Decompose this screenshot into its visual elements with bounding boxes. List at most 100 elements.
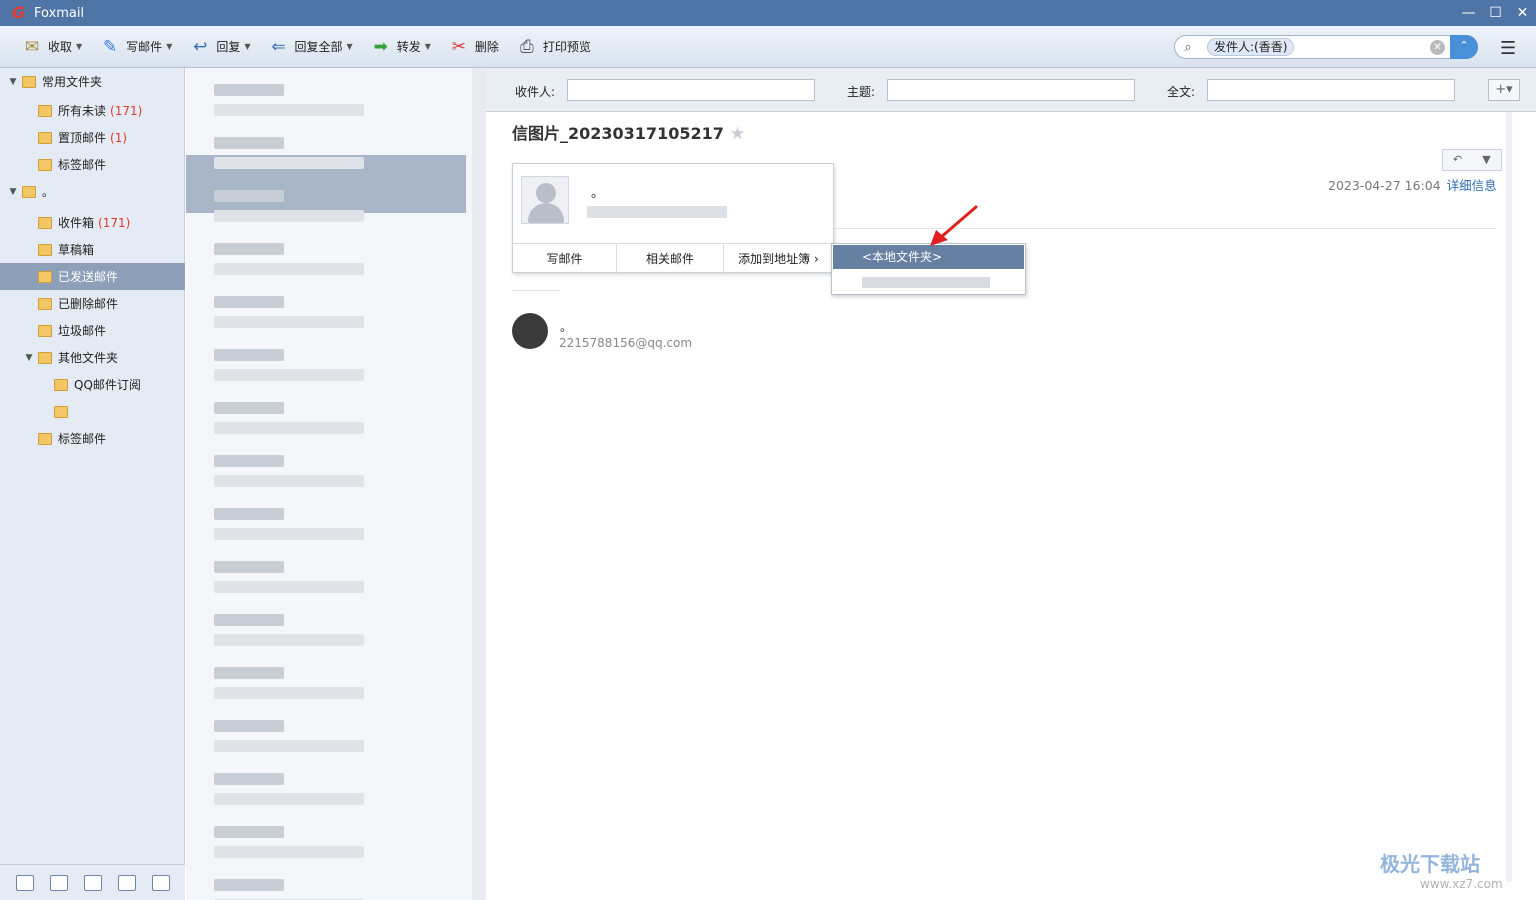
clear-search-icon[interactable]: ✕ [1430,40,1445,55]
sender-email[interactable]: 2215788156@qq.com [559,336,692,350]
chevron-right-icon: › [814,252,819,266]
close-button[interactable]: ✕ [1509,0,1536,26]
contact-actions: 写邮件 相关邮件 添加到地址簿 › [513,243,833,274]
folder-icon [54,378,68,391]
detail-info-link[interactable]: 详细信息 [1447,178,1497,193]
sidebar-item[interactable]: ▼ 常用文件夹 [0,68,185,95]
maximize-button[interactable]: ☐ [1482,0,1509,26]
reply-all-button[interactable]: ⇐ 回复全部 ▼ [263,32,359,62]
add-filter-button[interactable]: +▾ [1488,79,1520,101]
message-list-scrollbar[interactable] [472,68,486,900]
forward-label: 转发 [396,40,421,54]
related-mail-button[interactable]: 相关邮件 [617,244,724,274]
sidebar-item-label: 已发送邮件 [58,270,119,284]
expand-triangle-icon[interactable]: ▼ [8,187,18,197]
reply-icon: ↩ [193,36,208,57]
main-menu-icon[interactable]: ☰ [1500,38,1516,59]
mail-view-icon[interactable] [16,874,34,891]
fulltext-filter-label: 全文: [1167,85,1196,99]
folder-icon [38,297,52,310]
delete-button[interactable]: ✂ 删除 [443,32,505,62]
submenu-item-local-folder[interactable]: <本地文件夹> [833,245,1024,269]
blurred-message-text [214,296,284,308]
foxmail-logo-icon: G [12,3,26,22]
blurred-message-text [214,243,284,255]
contact-name: 。 [591,186,605,201]
sidebar-item[interactable]: 已删除邮件 [0,290,185,317]
chevron-down-icon[interactable]: ▼ [347,42,353,51]
subject-filter-label: 主题: [847,85,876,99]
sidebar-item[interactable]: 置顶邮件 (1) [0,124,185,151]
sidebar-item-label: 草稿箱 [58,243,95,257]
blurred-message-text [214,369,364,381]
sidebar-bottom-bar [0,864,185,900]
star-icon[interactable]: ★ [730,124,745,144]
sidebar-item[interactable]: 已发送邮件 [0,263,185,290]
expand-triangle-icon[interactable]: ▼ [8,77,18,87]
notes-icon[interactable] [118,874,136,891]
minimize-button[interactable]: — [1455,0,1482,26]
message-list[interactable] [186,68,486,900]
blurred-message-text [214,475,364,487]
delete-icon: ✂ [451,36,466,57]
reading-pane-scrollbar[interactable] [1506,112,1512,882]
reply-button[interactable]: ↩ 回复 ▼ [184,32,256,62]
blurred-message-text [214,846,364,858]
fulltext-filter-input[interactable] [1207,79,1455,101]
search-filter-chip[interactable]: 发件人:(香香) [1207,38,1295,56]
blurred-message-text [214,879,284,891]
recipient-filter-input[interactable] [567,79,815,101]
feather-pen-icon: ✎ [103,36,118,57]
more-dropdown-icon[interactable]: ▼ [1472,150,1501,170]
blurred-message-text [214,316,364,328]
chevron-down-icon[interactable]: ▼ [166,42,172,51]
sender-avatar[interactable] [512,313,548,349]
compose-to-contact-button[interactable]: 写邮件 [513,244,617,274]
sidebar-item[interactable] [0,398,185,425]
chevron-down-icon[interactable]: ▼ [425,42,431,51]
blurred-message-text [214,263,364,275]
collapse-search-icon[interactable]: ⌃ [1450,35,1478,59]
feed-icon[interactable] [152,874,170,891]
print-preview-button[interactable]: ⎙ 打印预览 [511,32,597,62]
calendar-icon[interactable] [84,874,102,891]
add-to-address-book-button[interactable]: 添加到地址簿 › [724,244,833,274]
subject-filter-input[interactable] [887,79,1135,101]
title-bar: G Foxmail — ☐ ✕ [0,0,1536,26]
sidebar-item[interactable]: 草稿箱 [0,236,185,263]
mail-date-text: 2023-04-27 16:04 [1328,178,1441,193]
sidebar-item-label: 标签邮件 [58,158,107,172]
blurred-message-text [214,793,364,805]
blurred-message-text [214,740,364,752]
sidebar-item-label: 置顶邮件 [58,131,107,145]
search-box[interactable]: ⌕ 发件人:(香香) ✕ ⌃ [1174,35,1478,59]
inbox-icon: ✉ [24,36,40,57]
quick-reply-icon[interactable]: ↶ [1443,150,1472,170]
forward-button[interactable]: ➡ 转发 ▼ [365,32,437,62]
expand-triangle-icon[interactable]: ▼ [24,353,34,363]
compose-button[interactable]: ✎ 写邮件 ▼ [94,32,178,62]
sidebar-item[interactable]: ▼ 其他文件夹 [0,344,185,371]
blurred-message-text [214,720,284,732]
sidebar-item[interactable]: 标签邮件 [0,151,185,178]
filter-bar: 收件人: 主题: 全文: +▾ [486,68,1536,112]
blurred-message-text [214,773,284,785]
receive-button[interactable]: ✉ 收取 ▼ [16,32,88,62]
sidebar-item[interactable]: 标签邮件 [0,425,185,452]
submenu-item-blurred[interactable] [862,277,990,288]
contacts-icon[interactable] [50,874,68,891]
sidebar-item[interactable]: QQ邮件订阅 [0,371,185,398]
delete-label: 删除 [474,40,499,54]
sidebar-item[interactable]: 收件箱 (171) [0,209,185,236]
sidebar-item[interactable]: 所有未读 (171) [0,97,185,124]
folder-icon [22,75,36,88]
chevron-down-icon[interactable]: ▼ [244,42,250,51]
sidebar-item[interactable]: ▼。 [0,178,185,205]
blurred-message-text [214,104,364,116]
chevron-down-icon[interactable]: ▼ [76,42,82,51]
folder-icon [38,216,52,229]
quick-reply-buttons: ↶ ▼ [1442,149,1502,171]
folder-icon [38,158,52,171]
add-to-address-book-label: 添加到地址簿 [738,252,811,266]
sidebar-item[interactable]: 垃圾邮件 [0,317,185,344]
